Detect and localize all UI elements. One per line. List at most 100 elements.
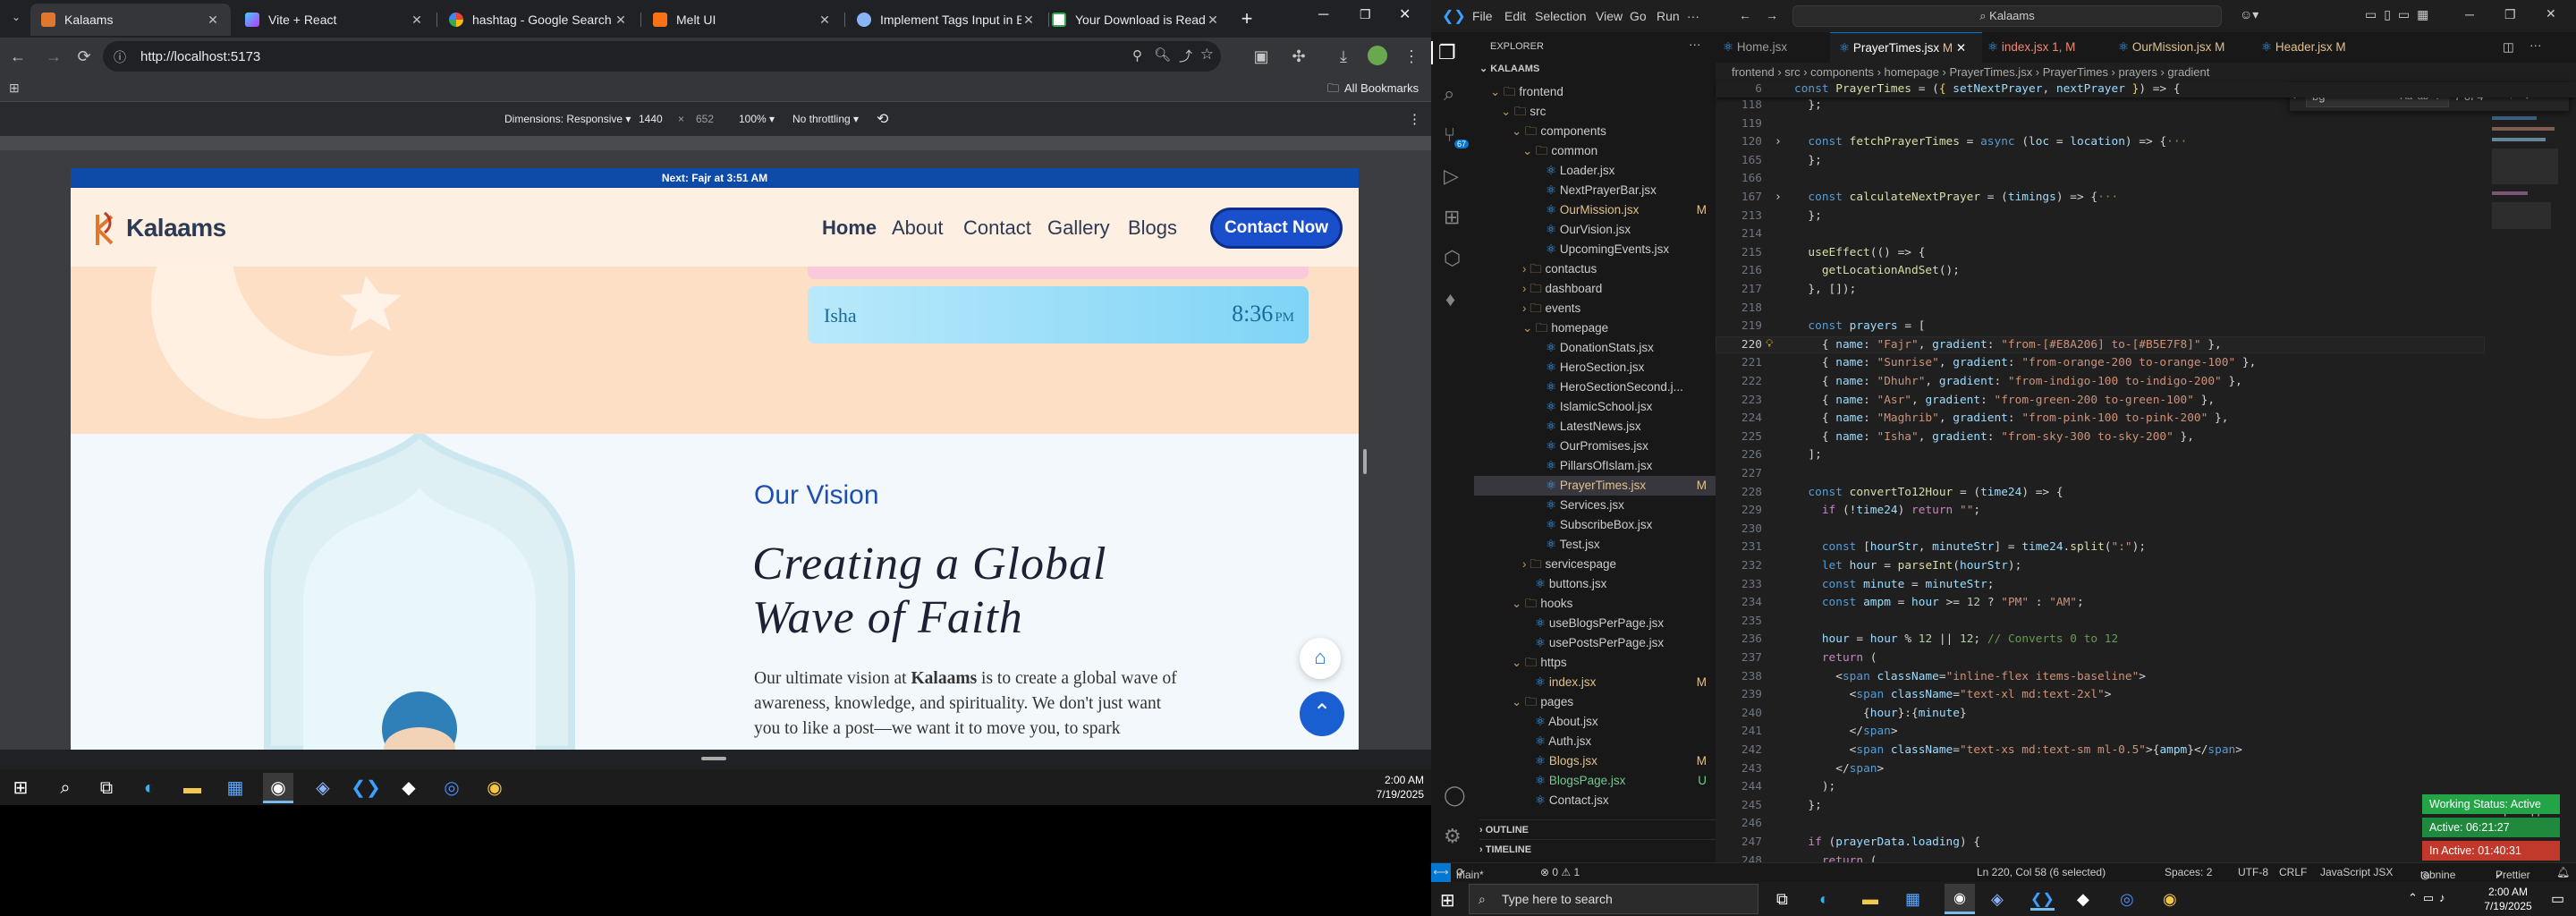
edge-icon[interactable]: ◐ (1819, 890, 1829, 909)
browser-tab-tags[interactable]: Implement Tags Input in Blo ✕ (846, 4, 1046, 36)
editor-tab-ourmission[interactable]: ⚛ OurMission.jsx M (2118, 32, 2252, 63)
site-info-icon[interactable]: ⓘ (114, 48, 126, 66)
task-view-icon[interactable]: ⧉ (1776, 890, 1788, 909)
tree-item[interactable]: ⌄ 🗀 homepage (1474, 318, 1716, 338)
close-tab-icon[interactable]: ✕ (1021, 13, 1036, 28)
outline-section[interactable]: › OUTLINE (1479, 819, 1716, 839)
editor-more-icon[interactable]: ··· (2529, 38, 2542, 52)
tree-item[interactable]: ⌄ 🗀 hooks (1474, 594, 1716, 614)
forward-icon[interactable]: → (43, 47, 64, 65)
share-icon[interactable]: ⤴ (1179, 47, 1192, 65)
taskbar-search-box[interactable]: ⌕ Type here to search (1469, 884, 1758, 914)
device-more-icon[interactable]: ⋮ (1408, 111, 1421, 127)
address-bar[interactable]: ⓘ http://localhost:5173 ⚲ 🔍︎ ⤴ ☆ (103, 41, 1221, 72)
file-explorer-icon[interactable]: ▬ (177, 773, 208, 803)
tree-item[interactable]: › 🗀 servicespage (1474, 555, 1716, 574)
right-clock[interactable]: 2:00 AM 7/19/2025 (2476, 885, 2540, 913)
extension-icon[interactable]: ▣ (1250, 47, 1272, 65)
account-icon[interactable]: ◯ (1444, 784, 1466, 807)
resize-handle-bottom[interactable] (701, 757, 726, 760)
editor-tab-prayertimes[interactable]: ⚛ PrayerTimes.jsx M ✕ (1830, 32, 1982, 63)
tree-item[interactable]: ⚛ DonationStats.jsx (1474, 338, 1716, 358)
editor-tab-home[interactable]: ⚛ Home.jsx (1723, 32, 1830, 63)
close-tab-icon[interactable]: ✕ (1206, 13, 1220, 28)
tree-item[interactable]: ⚛ Loader.jsx (1474, 161, 1716, 181)
tree-item[interactable]: ⚛ OurVision.jsx (1474, 220, 1716, 240)
problems-indicator[interactable]: ⊗ 0 ⚠ 1 (1540, 866, 1580, 878)
tree-item[interactable]: ⚛ SubscribeBox.jsx (1474, 515, 1716, 535)
nav-home[interactable]: Home (822, 216, 877, 240)
tree-item[interactable]: ⌄ 🗀 components (1474, 122, 1716, 141)
tree-item[interactable]: ⚛ HeroSection.jsx (1474, 358, 1716, 377)
tree-item[interactable]: ⚛ IslamicSchool.jsx (1474, 397, 1716, 417)
close-tab-icon[interactable]: ✕ (410, 13, 424, 28)
bookmark-star-icon[interactable]: ☆ (1200, 46, 1214, 64)
back-icon[interactable]: ← (7, 47, 29, 65)
location-icon[interactable]: ⚲ (1132, 47, 1142, 64)
browser-tab-vite[interactable]: Vite + React ✕ (234, 4, 435, 36)
minimap[interactable] (2492, 84, 2563, 862)
tree-item[interactable]: ⚛ LatestNews.jsx (1474, 417, 1716, 437)
search-view-icon[interactable]: ⌕ (1444, 82, 1454, 106)
run-debug-icon[interactable]: ▷ (1444, 165, 1459, 188)
tree-item[interactable]: ⚛ buttons.jsx (1474, 574, 1716, 594)
tree-item[interactable]: ⚛ NextPrayerBar.jsx (1474, 181, 1716, 200)
app-icon[interactable]: ◈ (308, 773, 338, 803)
start-icon[interactable]: ⊞ (1440, 889, 1455, 912)
taskbar-search-icon[interactable]: ⌕ (50, 773, 80, 803)
tree-item[interactable]: › 🗀 dashboard (1474, 279, 1716, 299)
tree-item[interactable]: ⚛ PillarsOfIslam.jsx (1474, 456, 1716, 476)
downloads-icon[interactable]: ⤓ (1333, 47, 1354, 65)
vscode-restore-icon[interactable]: ❐ (2504, 7, 2516, 22)
branch-indicator[interactable]: ⑂ main* ⟳ (1456, 866, 1484, 881)
close-tab-icon[interactable]: ✕ (1956, 41, 1966, 55)
edge-icon[interactable]: ◐ (134, 773, 165, 803)
tree-item[interactable]: ⚛ useBlogsPerPage.jsx (1474, 614, 1716, 633)
nav-back-icon[interactable]: ← (1739, 8, 1751, 22)
tree-item[interactable]: ⌄ 🗀 src (1474, 102, 1716, 122)
left-clock[interactable]: 2:00 AM 7/19/2025 (1360, 773, 1424, 802)
explorer-root[interactable]: ⌄ KALAAMS (1479, 63, 1539, 74)
command-center[interactable]: ⌕ Kalaams (1792, 5, 2222, 27)
nav-blogs[interactable]: Blogs (1128, 216, 1177, 240)
tree-item[interactable]: ⚛ HeroSectionSecond.j... (1474, 377, 1716, 397)
puzzle-icon[interactable]: ✣ (1288, 47, 1309, 65)
reload-icon[interactable]: ⟳ (73, 47, 95, 65)
tree-item[interactable]: ⚛ Contact.jsx (1474, 791, 1716, 810)
rotate-icon[interactable]: ⟲ (877, 110, 888, 128)
close-tab-icon[interactable]: ✕ (614, 13, 628, 28)
tree-item[interactable]: ⚛ PrayerTimes.jsx M (1474, 476, 1716, 496)
notifications-icon[interactable]: 🔔︎ (2556, 866, 2570, 878)
zoom-app-icon[interactable]: ◎ (2120, 890, 2134, 909)
close-tab-icon[interactable]: ✕ (206, 13, 220, 28)
vscode-icon[interactable]: ❮❯ (351, 773, 381, 803)
tree-item[interactable]: ⌄ 🗀 common (1474, 141, 1716, 161)
tree-item[interactable]: › 🗀 events (1474, 299, 1716, 318)
chrome-icon[interactable]: ◉ (263, 773, 293, 803)
store-icon[interactable]: ▦ (220, 773, 250, 803)
explorer-icon[interactable]: ❐ (1431, 41, 1456, 64)
tree-item[interactable]: › 🗀 contactus (1474, 259, 1716, 279)
app-icon[interactable]: ◈ (1991, 890, 2004, 909)
task-view-icon[interactable]: ⧉ (91, 773, 122, 803)
tree-item[interactable]: ⚛ About.jsx (1474, 712, 1716, 732)
apps-grid-icon[interactable]: ⊞ (9, 81, 20, 96)
zoom-icon[interactable]: 🔍︎ (1154, 47, 1171, 63)
dimensions-select[interactable]: Dimensions: Responsive ▾ (504, 113, 631, 125)
system-tray-icons[interactable]: ⌃▭♪ (2408, 891, 2451, 905)
tree-item[interactable]: ⚛ UpcomingEvents.jsx (1474, 240, 1716, 259)
vscode-close-icon[interactable]: ✕ (2546, 6, 2556, 21)
nav-forward-icon[interactable]: → (1766, 8, 1778, 22)
browser-tab-google[interactable]: hashtag - Google Search ✕ (438, 4, 639, 36)
tree-item[interactable]: ⚛ Services.jsx (1474, 496, 1716, 515)
mongodb-icon[interactable]: ♦ (1445, 288, 1455, 311)
settings-gear-icon[interactable]: ⚙ (1444, 825, 1462, 848)
tree-item[interactable]: ⚛ Blogs.jsx M (1474, 751, 1716, 771)
browser-tab-melt[interactable]: Melt UI ✕ (642, 4, 843, 36)
nav-contact[interactable]: Contact (963, 216, 1031, 240)
tree-item[interactable]: ⚛ BlogsPage.jsx U (1474, 771, 1716, 791)
encoding[interactable]: UTF-8 (2238, 866, 2268, 878)
width-input[interactable]: 1440 (639, 113, 663, 125)
notification-center-icon[interactable]: ▭ (2551, 890, 2564, 908)
timeline-section[interactable]: › TIMELINE (1479, 839, 1716, 859)
